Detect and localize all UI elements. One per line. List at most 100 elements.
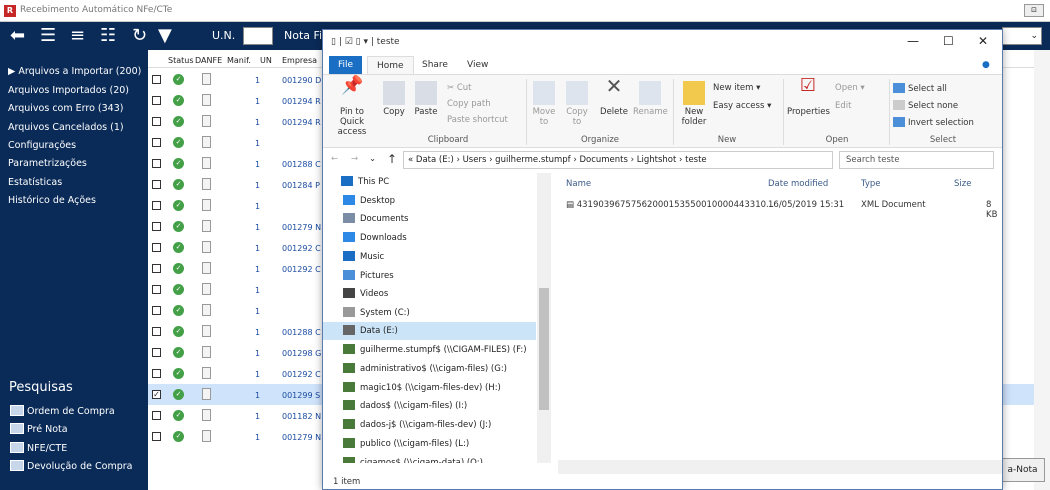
nav-up-icon[interactable]: ↑: [387, 152, 397, 166]
tab-share[interactable]: Share: [413, 56, 457, 74]
col-size[interactable]: Size: [954, 179, 971, 189]
sidebar-item-importar[interactable]: ▶ Arquivos a Importar (200): [8, 66, 141, 77]
invert-selection-button[interactable]: Invert selection: [893, 117, 974, 128]
back-arrow-icon[interactable]: ⬅: [10, 25, 25, 47]
row-checkbox[interactable]: [152, 201, 161, 210]
nav-item[interactable]: Downloads: [343, 232, 407, 243]
quick-access-toolbar[interactable]: ▯ | ☑ ▯ ▾ | teste: [331, 37, 400, 47]
rename-button[interactable]: Rename: [633, 81, 668, 117]
danfe-doc-icon[interactable]: [202, 157, 211, 169]
cut-button[interactable]: ✂ Cut: [447, 83, 471, 93]
col-un[interactable]: UN: [260, 56, 272, 65]
col-status[interactable]: Status: [168, 56, 194, 65]
pin-quick-access-button[interactable]: 📌 Pin to Quick access: [327, 77, 377, 138]
nav-item[interactable]: publico (\\cigam-files) (L:): [343, 437, 469, 449]
danfe-doc-icon[interactable]: [202, 73, 211, 85]
nav-back-icon[interactable]: ←: [331, 154, 338, 164]
row-checkbox[interactable]: [152, 180, 161, 189]
sidebar-item-parametrizacoes[interactable]: Parametrizações: [8, 158, 87, 169]
close-button[interactable]: ✕: [978, 34, 988, 48]
col-manif[interactable]: Manif.: [227, 56, 251, 65]
row-checkbox[interactable]: ✓: [152, 390, 161, 399]
numbered-list-icon[interactable]: ☷: [100, 25, 116, 47]
row-checkbox[interactable]: [152, 411, 161, 420]
horizontal-scrollbar[interactable]: [558, 460, 1002, 474]
move-to-button[interactable]: Move to: [530, 81, 558, 127]
danfe-doc-icon[interactable]: [202, 115, 211, 127]
pesquisa-pre-nota[interactable]: Pré Nota: [10, 423, 68, 435]
copy-to-button[interactable]: Copy to: [563, 81, 591, 127]
danfe-doc-icon[interactable]: [202, 430, 211, 442]
maximize-button[interactable]: ☐: [943, 34, 954, 48]
row-checkbox[interactable]: [152, 138, 161, 147]
easy-access-button[interactable]: Easy access ▾: [713, 101, 771, 111]
delete-button[interactable]: ✕ Delete: [599, 76, 629, 117]
grid-scrollbar[interactable]: [1034, 50, 1050, 490]
tab-home[interactable]: Home: [367, 56, 414, 74]
checklist-icon[interactable]: ☰: [40, 25, 56, 47]
nav-item[interactable]: dados-j$ (\\cigam-files-dev) (J:): [343, 419, 491, 430]
nav-item[interactable]: Music: [343, 250, 384, 262]
danfe-doc-icon[interactable]: [202, 367, 211, 379]
edit-button[interactable]: Edit: [835, 101, 851, 111]
paste-shortcut-button[interactable]: Paste shortcut: [447, 115, 508, 125]
nav-item[interactable]: guilherme.stumpf$ (\\CIGAM-FILES) (F:): [343, 344, 527, 355]
row-checkbox[interactable]: [152, 432, 161, 441]
nav-item[interactable]: Pictures: [343, 269, 394, 281]
help-icon[interactable]: ●: [973, 56, 999, 74]
nav-item[interactable]: dados$ (\\cigam-files) (I:): [343, 400, 467, 411]
nav-item[interactable]: Videos: [343, 288, 388, 299]
nav-item[interactable]: cigamos$ (\\cigam-data) (O:): [343, 456, 483, 463]
pesquisa-ordem-compra[interactable]: Ordem de Compra: [10, 405, 115, 417]
paste-button[interactable]: Paste: [411, 81, 441, 117]
pesquisa-devolucao[interactable]: Devolução de Compra: [10, 460, 132, 472]
pesquisa-nfe-cte[interactable]: NFE/CTE: [10, 442, 67, 454]
nav-item[interactable]: This PC: [341, 176, 389, 187]
row-checkbox[interactable]: [152, 75, 161, 84]
danfe-doc-icon[interactable]: [202, 220, 211, 232]
sidebar-item-importados[interactable]: Arquivos Importados (20): [8, 85, 129, 96]
row-checkbox[interactable]: [152, 159, 161, 168]
row-checkbox[interactable]: [152, 285, 161, 294]
nav-item[interactable]: System (C:): [343, 306, 410, 318]
filter-combo[interactable]: ⌄: [1002, 27, 1042, 45]
danfe-doc-icon[interactable]: [202, 304, 211, 316]
nav-item[interactable]: administrativo$ (\\cigam-files) (G:): [343, 363, 507, 374]
row-checkbox[interactable]: [152, 96, 161, 105]
select-none-button[interactable]: Select none: [893, 100, 958, 111]
col-danfe[interactable]: DANFE: [195, 56, 222, 65]
nav-dropdown-icon[interactable]: ⌄: [369, 154, 376, 164]
sidebar-item-cancelados[interactable]: Arquivos Cancelados (1): [8, 122, 124, 133]
row-checkbox[interactable]: [152, 243, 161, 252]
properties-button[interactable]: ☑ Properties: [787, 77, 830, 118]
sidebar-item-historico[interactable]: Histórico de Ações: [8, 195, 96, 206]
nav-forward-icon[interactable]: →: [351, 154, 358, 164]
danfe-doc-icon[interactable]: [202, 409, 211, 421]
col-empresa[interactable]: Empresa: [282, 56, 317, 65]
row-checkbox[interactable]: [152, 348, 161, 357]
new-folder-button[interactable]: New folder: [677, 81, 711, 127]
col-type[interactable]: Type: [861, 179, 881, 189]
danfe-doc-icon[interactable]: [202, 283, 211, 295]
un-input[interactable]: [243, 27, 273, 45]
sidebar-item-configuracoes[interactable]: Configurações: [8, 140, 76, 151]
nav-item[interactable]: Desktop: [343, 194, 395, 206]
danfe-doc-icon[interactable]: [202, 178, 211, 190]
nav-item[interactable]: magic10$ (\\cigam-files-dev) (H:): [343, 381, 501, 393]
search-input[interactable]: Search teste: [839, 151, 994, 169]
sidebar-item-estatisticas[interactable]: Estatísticas: [8, 177, 62, 188]
danfe-doc-icon[interactable]: [202, 262, 211, 274]
col-date[interactable]: Date modified: [768, 179, 828, 189]
col-name[interactable]: Name: [566, 179, 591, 189]
nav-scrollbar-thumb[interactable]: [539, 288, 549, 410]
row-checkbox[interactable]: [152, 222, 161, 231]
restore-button[interactable]: ⊡: [1024, 4, 1044, 17]
refresh-icon[interactable]: ↻: [132, 25, 147, 47]
sidebar-item-erro[interactable]: Arquivos com Erro (343): [8, 103, 123, 114]
danfe-doc-icon[interactable]: [202, 325, 211, 337]
row-checkbox[interactable]: [152, 327, 161, 336]
row-checkbox[interactable]: [152, 117, 161, 126]
select-all-button[interactable]: Select all: [893, 83, 947, 94]
new-item-button[interactable]: New item ▾: [713, 83, 760, 93]
danfe-doc-icon[interactable]: [202, 388, 211, 400]
